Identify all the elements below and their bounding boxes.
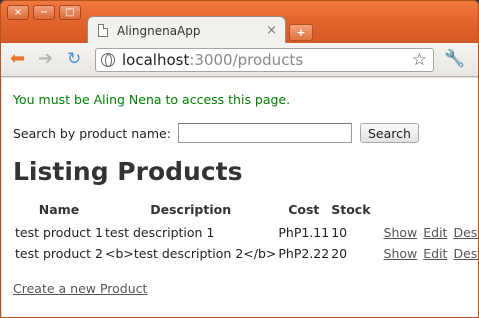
new-tab-button[interactable]: + <box>289 24 313 41</box>
wrench-menu-icon[interactable]: 🔧 <box>444 49 465 69</box>
url-path: :3000/products <box>189 51 304 69</box>
create-product-link[interactable]: Create a new Product <box>13 281 147 296</box>
show-link[interactable]: Show <box>384 246 418 261</box>
cell-stock: 20 <box>331 246 348 261</box>
cell-cost: PhP2.22 <box>278 246 330 261</box>
title-bar: × − □ AlingnenaApp × + <box>1 1 478 44</box>
tab-title: AlingnenaApp <box>117 23 201 38</box>
column-header-cost: Cost <box>288 202 320 217</box>
edit-link[interactable]: Edit <box>423 246 447 261</box>
column-header-stock: Stock <box>331 202 371 217</box>
url-host: localhost <box>122 51 190 69</box>
page-title: Listing Products <box>13 157 243 186</box>
show-link[interactable]: Show <box>384 225 418 240</box>
search-input[interactable] <box>177 123 352 143</box>
browser-window: × − □ AlingnenaApp × + ⬅ ➔ ↻ localhost:3… <box>0 0 479 318</box>
cell-stock: 10 <box>331 225 348 240</box>
window-controls: × − □ <box>7 5 81 20</box>
column-header-name: Name <box>38 202 80 217</box>
edit-link[interactable]: Edit <box>423 225 447 240</box>
reload-icon[interactable]: ↻ <box>67 49 81 69</box>
column-header-description: Description <box>150 202 232 217</box>
cell-cost: PhP1.11 <box>278 225 330 240</box>
table-header-row: Name Description Cost Stock <box>14 201 478 223</box>
address-bar[interactable]: localhost:3000/products ☆ <box>95 48 434 72</box>
products-table: Name Description Cost Stock test product… <box>14 201 478 265</box>
cell-actions: Show Edit Destroy <box>372 244 478 265</box>
cell-description: <b>test description 2</b> <box>104 246 277 261</box>
cell-name: test product 1 <box>15 225 103 240</box>
url-text[interactable]: localhost:3000/products <box>122 51 412 69</box>
maximize-window-icon[interactable]: □ <box>59 5 81 20</box>
browser-toolbar: ⬅ ➔ ↻ localhost:3000/products ☆ 🔧 <box>1 43 478 77</box>
forward-arrow-icon[interactable]: ➔ <box>38 49 53 69</box>
cell-name: test product 2 <box>15 246 103 261</box>
column-header-actions <box>372 201 478 223</box>
cell-description: test description 1 <box>104 225 215 240</box>
back-arrow-icon[interactable]: ⬅ <box>10 49 25 69</box>
create-product-container: Create a new Product <box>13 281 147 296</box>
table-row: test product 1 test description 1 PhP1.1… <box>14 223 478 244</box>
page-icon <box>98 24 108 37</box>
destroy-link[interactable]: Destroy <box>453 225 478 240</box>
bookmark-star-icon[interactable]: ☆ <box>412 50 427 70</box>
cell-actions: Show Edit Destroy <box>372 223 478 244</box>
search-form: Search by product name: Search <box>13 123 419 143</box>
destroy-link[interactable]: Destroy <box>453 246 478 261</box>
notice-message: You must be Aling Nena to access this pa… <box>13 92 291 107</box>
tab-close-icon[interactable]: × <box>266 23 277 38</box>
minimize-window-icon[interactable]: − <box>33 5 55 20</box>
browser-tab[interactable]: AlingnenaApp × <box>87 16 286 44</box>
search-button[interactable]: Search <box>359 123 419 143</box>
globe-icon <box>101 53 115 67</box>
page-content: You must be Aling Nena to access this pa… <box>2 78 478 317</box>
table-row: test product 2 <b>test description 2</b>… <box>14 244 478 265</box>
search-label: Search by product name: <box>13 125 171 141</box>
close-window-icon[interactable]: × <box>7 5 29 20</box>
